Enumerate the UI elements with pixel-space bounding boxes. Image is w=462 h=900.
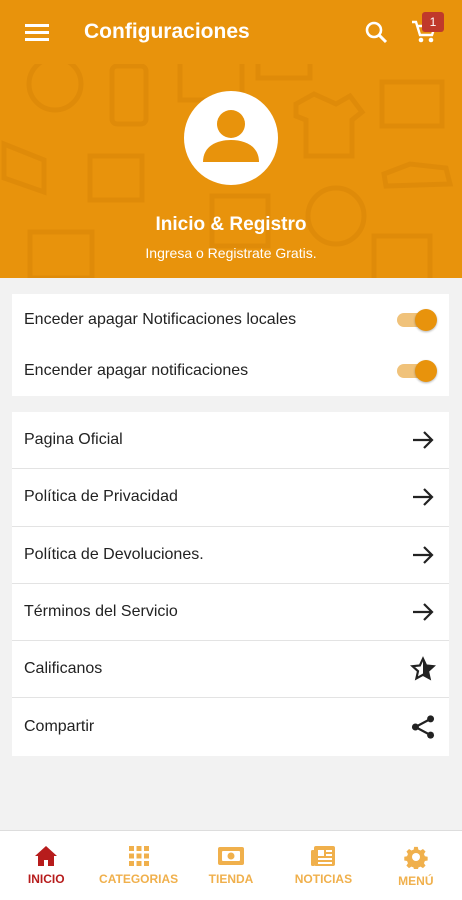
nav-noticias[interactable]: NOTICIAS xyxy=(277,831,369,900)
link-label: Política de Privacidad xyxy=(24,488,178,506)
nav-label: MENÚ xyxy=(398,874,434,888)
arrow-right-icon xyxy=(409,598,437,626)
links-card: Pagina Oficial Política de Privacidad Po… xyxy=(12,412,449,756)
privacy-policy-link[interactable]: Política de Privacidad xyxy=(12,469,449,527)
login-subtitle: Ingresa o Registrate Gratis. xyxy=(145,245,317,261)
push-notifications-label: Encender apagar notificaciones xyxy=(24,361,249,379)
local-notifications-row: Enceder apagar Notificaciones locales xyxy=(12,294,449,345)
nav-label: TIENDA xyxy=(208,872,254,886)
terms-of-service-link[interactable]: Términos del Servicio xyxy=(12,584,449,642)
arrow-right-icon xyxy=(409,541,437,569)
search-icon xyxy=(365,21,388,44)
push-notifications-row: Encender apagar notificaciones xyxy=(12,345,449,396)
returns-policy-link[interactable]: Política de Devoluciones. xyxy=(12,527,449,584)
local-notifications-toggle[interactable] xyxy=(393,308,437,332)
menu-icon[interactable] xyxy=(0,0,74,64)
share-link[interactable]: Compartir xyxy=(12,698,449,755)
cart-count-badge: 1 xyxy=(422,12,444,32)
nav-tienda[interactable]: TIENDA xyxy=(185,831,277,900)
store-icon xyxy=(218,847,245,865)
cart-button[interactable]: 1 xyxy=(400,0,448,64)
rate-us-link[interactable]: Calificanos xyxy=(12,641,449,699)
news-icon xyxy=(311,846,336,866)
login-title[interactable]: Inicio & Registro xyxy=(0,214,462,236)
link-label: Calificanos xyxy=(24,660,103,678)
official-page-link[interactable]: Pagina Oficial xyxy=(12,412,449,470)
home-icon xyxy=(35,846,58,866)
profile-header[interactable]: Inicio & Registro Ingresa o Registrate G… xyxy=(0,64,462,278)
user-icon xyxy=(203,110,259,162)
nav-label: NOTICIAS xyxy=(294,872,353,886)
app-bar: Configuraciones 1 xyxy=(0,0,462,64)
link-label: Pagina Oficial xyxy=(24,431,123,449)
link-label: Política de Devoluciones. xyxy=(24,545,204,563)
share-icon xyxy=(409,713,437,741)
avatar[interactable] xyxy=(184,91,278,185)
nav-menu[interactable]: MENÚ xyxy=(370,831,462,900)
nav-inicio[interactable]: INICIO xyxy=(0,831,92,900)
star-icon xyxy=(409,655,437,683)
nav-categorias[interactable]: CATEGORIAS xyxy=(92,831,184,900)
arrow-right-icon xyxy=(409,426,437,454)
gear-icon xyxy=(404,846,428,869)
local-notifications-label: Enceder apagar Notificaciones locales xyxy=(24,310,297,328)
bottom-navigation: INICIO CATEGORIAS TIENDA NOTICIAS MENÚ xyxy=(0,830,462,900)
search-button[interactable] xyxy=(352,0,400,64)
page-title: Configuraciones xyxy=(84,20,250,43)
nav-label: INICIO xyxy=(27,872,65,886)
notification-settings-card: Enceder apagar Notificaciones locales En… xyxy=(12,294,449,396)
push-notifications-toggle[interactable] xyxy=(393,359,437,383)
arrow-right-icon xyxy=(409,483,437,511)
nav-label: CATEGORIAS xyxy=(99,872,179,886)
link-label: Términos del Servicio xyxy=(24,603,178,621)
grid-icon xyxy=(128,846,149,866)
link-label: Compartir xyxy=(24,718,95,736)
